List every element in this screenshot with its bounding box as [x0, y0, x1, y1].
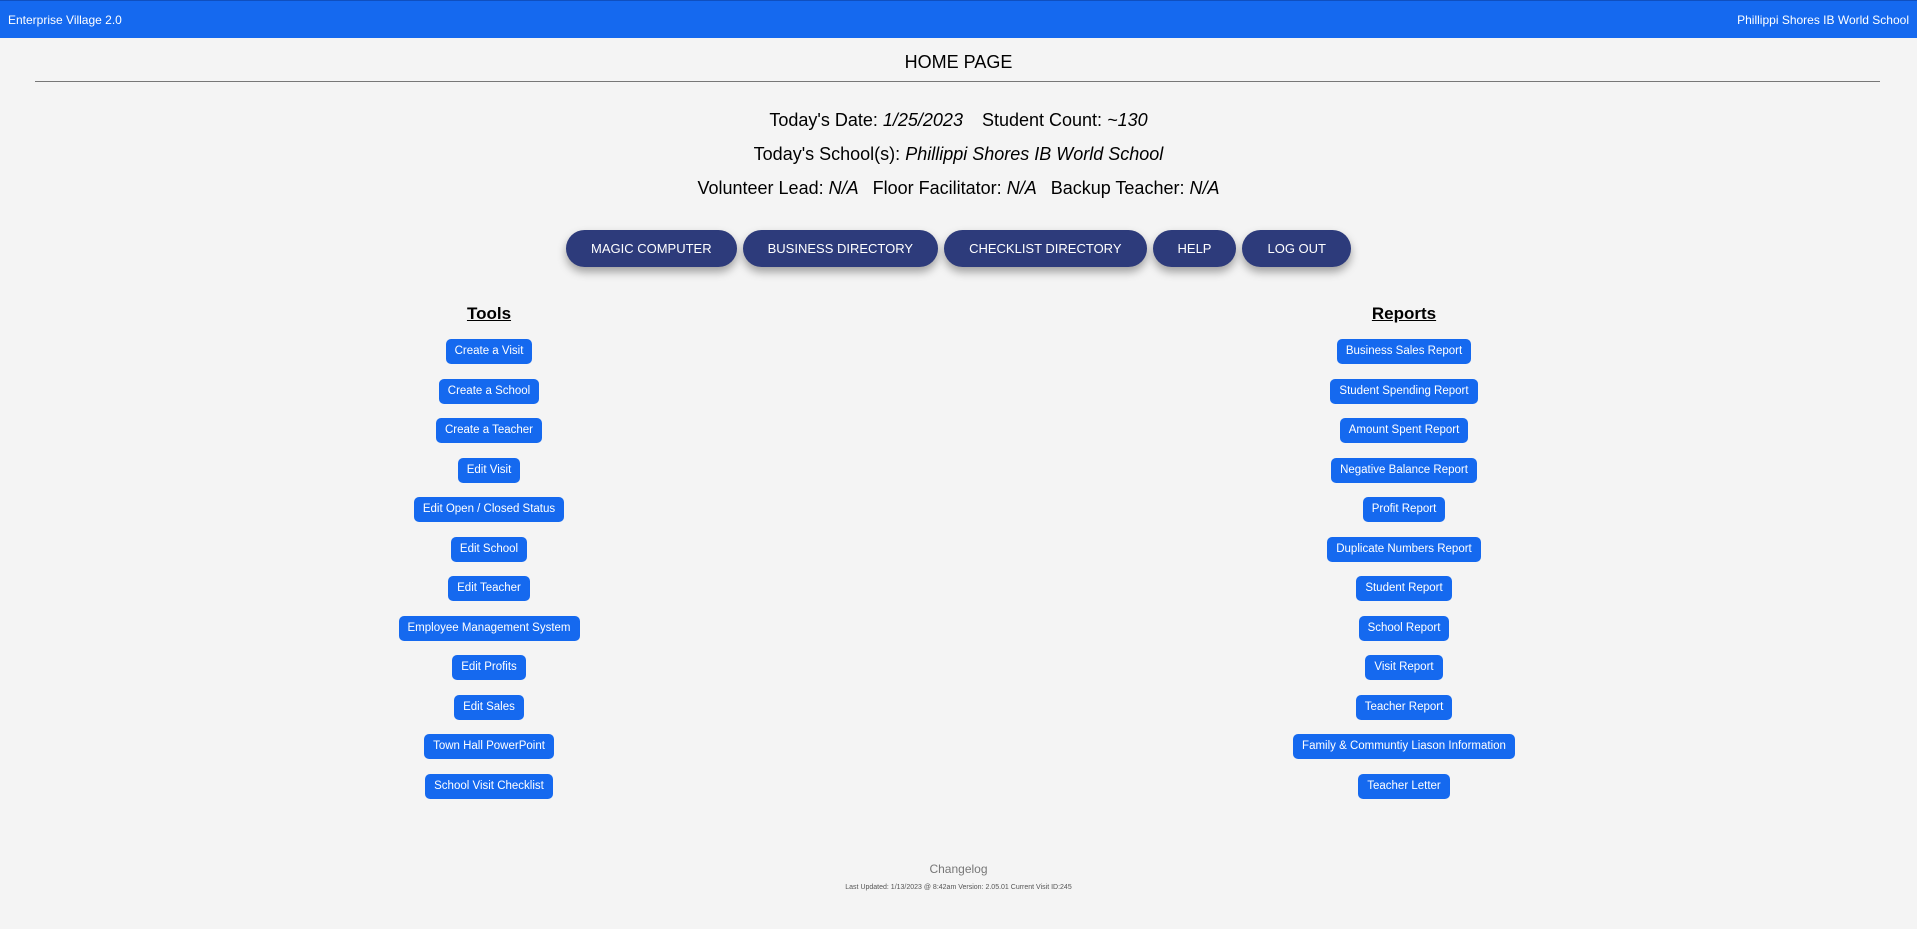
edit-teacher-button[interactable]: Edit Teacher — [448, 576, 530, 601]
employee-management-system-button[interactable]: Employee Management System — [398, 615, 580, 641]
page-title: HOME PAGE — [904, 52, 1013, 72]
profit-report-button[interactable]: Profit Report — [1362, 497, 1446, 522]
teacher-letter-button[interactable]: Teacher Letter — [1358, 773, 1450, 799]
family-community-liaison-button[interactable]: Family & Communtiy Liason Information — [1293, 734, 1515, 759]
top-bar: Enterprise Village 2.0 Phillippi Shores … — [0, 0, 1917, 38]
edit-visit-button[interactable]: Edit Visit — [457, 457, 521, 483]
create-visit-button[interactable]: Create a Visit — [445, 339, 533, 364]
school-visit-checklist-button[interactable]: School Visit Checklist — [425, 773, 553, 799]
backup-teacher-value: N/A — [1189, 178, 1220, 198]
student-count-label: Student Count: — [981, 110, 1103, 130]
visit-report-button[interactable]: Visit Report — [1365, 655, 1443, 680]
floor-facilitator-value: N/A — [1006, 178, 1037, 198]
edit-sales-button[interactable]: Edit Sales — [454, 694, 524, 720]
tools-heading: Tools — [466, 304, 512, 323]
tools-column: Tools Create a Visit Create a School Cre… — [289, 304, 689, 813]
reports-column: Reports Business Sales Report Student Sp… — [1204, 304, 1604, 813]
business-sales-report-button[interactable]: Business Sales Report — [1336, 339, 1472, 364]
volunteer-lead-label: Volunteer Lead: — [697, 178, 824, 198]
current-school-name: Phillippi Shores IB World School — [1737, 12, 1909, 27]
edit-profits-button[interactable]: Edit Profits — [452, 655, 526, 680]
log-out-button[interactable]: LOG OUT — [1242, 230, 1351, 267]
student-spending-report-button[interactable]: Student Spending Report — [1330, 378, 1478, 404]
floor-facilitator-label: Floor Facilitator: — [872, 178, 1002, 198]
app-title[interactable]: Enterprise Village 2.0 — [8, 13, 122, 27]
town-hall-powerpoint-button[interactable]: Town Hall PowerPoint — [424, 734, 554, 759]
date-label: Today's Date: — [769, 110, 878, 130]
student-count-value: ~130 — [1107, 110, 1148, 130]
duplicate-numbers-report-button[interactable]: Duplicate Numbers Report — [1327, 536, 1481, 562]
schools-value: Phillippi Shores IB World School — [905, 144, 1164, 164]
business-directory-button[interactable]: BUSINESS DIRECTORY — [742, 230, 939, 267]
edit-school-button[interactable]: Edit School — [450, 536, 528, 562]
student-report-button[interactable]: Student Report — [1356, 576, 1452, 601]
create-teacher-button[interactable]: Create a Teacher — [435, 418, 542, 443]
date-value: 1/25/2023 — [882, 110, 963, 130]
checklist-directory-button[interactable]: CHECKLIST DIRECTORY — [944, 230, 1147, 267]
help-button[interactable]: HELP — [1152, 230, 1237, 267]
edit-open-closed-status-button[interactable]: Edit Open / Closed Status — [413, 497, 565, 522]
teacher-report-button[interactable]: Teacher Report — [1355, 694, 1453, 720]
amount-spent-report-button[interactable]: Amount Spent Report — [1339, 418, 1469, 443]
schools-line: Today's School(s): Phillippi Shores IB W… — [0, 144, 1917, 165]
negative-balance-report-button[interactable]: Negative Balance Report — [1331, 457, 1477, 483]
date-count-line: Today's Date: 1/25/2023 Student Count: ~… — [0, 110, 1917, 131]
magic-computer-button[interactable]: MAGIC COMPUTER — [566, 230, 737, 267]
staff-line: Volunteer Lead: N/A Floor Facilitator: N/… — [0, 178, 1917, 199]
volunteer-lead-value: N/A — [828, 178, 859, 198]
version-info: Last Updated: 1/13/2023 @ 8:42am Version… — [845, 884, 1072, 891]
create-school-button[interactable]: Create a School — [438, 378, 540, 404]
reports-heading: Reports — [1371, 304, 1437, 323]
school-report-button[interactable]: School Report — [1358, 615, 1450, 641]
backup-teacher-label: Backup Teacher: — [1050, 178, 1185, 198]
main-nav: MAGIC COMPUTER BUSINESS DIRECTORY CHECKL… — [0, 230, 1917, 267]
schools-label: Today's School(s): — [753, 144, 901, 164]
title-divider — [35, 81, 1880, 82]
changelog-link[interactable]: Changelog — [0, 862, 1917, 876]
